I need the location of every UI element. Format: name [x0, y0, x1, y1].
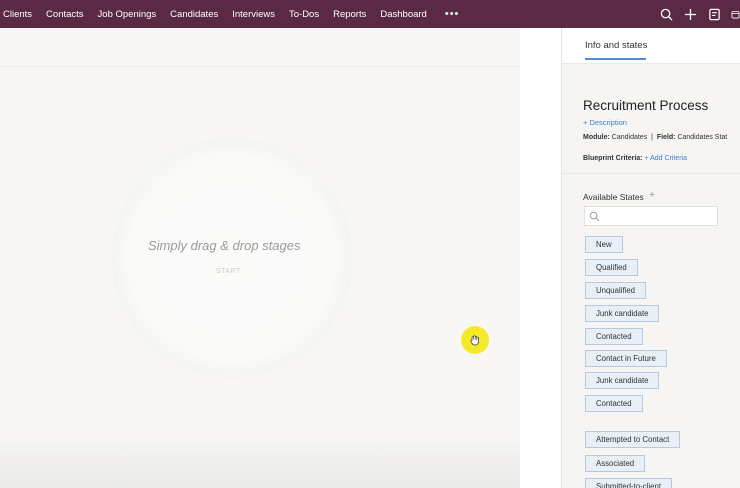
search-icon: [589, 211, 600, 222]
nav-job-openings[interactable]: Job Openings: [98, 9, 157, 20]
nav-clients[interactable]: Clients: [3, 9, 32, 20]
blueprint-criteria: Blueprint Criteria: + Add Criteria: [583, 155, 687, 162]
nav-contacts[interactable]: Contacts: [46, 9, 84, 20]
nav-dashboard[interactable]: Dashboard: [380, 9, 426, 20]
state-chip[interactable]: Junk candidate: [585, 372, 660, 389]
start-node-label: START: [216, 268, 241, 275]
tab-info-and-states[interactable]: Info and states: [585, 40, 647, 51]
module-label: Module:: [583, 134, 610, 141]
nav-todos[interactable]: To-Dos: [289, 9, 319, 20]
field-value: Candidates Stat: [677, 134, 728, 141]
active-tab-indicator: [585, 58, 646, 60]
panel-header: Info and states: [562, 28, 740, 64]
states-search-input[interactable]: [584, 206, 718, 226]
criteria-label: Blueprint Criteria:: [583, 155, 643, 162]
note-icon[interactable]: [707, 7, 721, 21]
hand-cursor-icon: [461, 326, 489, 354]
state-chip[interactable]: New: [585, 236, 623, 253]
state-chip[interactable]: Associated: [585, 455, 646, 472]
nav-interviews[interactable]: Interviews: [232, 9, 275, 20]
nav-reports[interactable]: Reports: [333, 9, 366, 20]
state-chip[interactable]: Contacted: [585, 395, 643, 412]
module-value: Candidates: [611, 134, 648, 141]
state-chip[interactable]: Submitted-to-client: [585, 478, 673, 488]
info-states-panel: Info and states Recruitment Process + De…: [561, 28, 740, 488]
state-chip[interactable]: Junk candidate: [585, 305, 660, 322]
field-label: Field:: [656, 134, 676, 141]
calendar-icon[interactable]: [731, 7, 740, 21]
state-chip[interactable]: Contact in Future: [585, 350, 667, 367]
canvas-bottom-bar: [0, 440, 520, 488]
nav-more-menu[interactable]: •••: [445, 8, 460, 20]
state-chip[interactable]: Contacted: [585, 328, 643, 345]
canvas-divider: [0, 66, 520, 67]
drop-hint-text: Simply drag & drop stages: [148, 238, 301, 253]
plus-icon[interactable]: [683, 7, 697, 21]
canvas-panel-gap: [520, 28, 562, 488]
states-divider: [562, 173, 740, 174]
blueprint-title: Recruitment Process: [583, 98, 709, 113]
top-navigation: Clients Contacts Job Openings Candidates…: [0, 0, 740, 28]
drop-zone[interactable]: [112, 138, 352, 378]
nav-candidates[interactable]: Candidates: [170, 9, 218, 20]
available-states-label: Available States: [583, 192, 644, 202]
nav-icon-group: [659, 0, 740, 28]
state-chip[interactable]: Unqualified: [585, 282, 647, 299]
module-field-info: Module: Candidates | Field: Candidates S…: [583, 134, 728, 141]
add-description-link[interactable]: + Description: [583, 118, 627, 127]
search-icon[interactable]: [659, 7, 673, 21]
state-chip[interactable]: Attempted to Contact: [585, 431, 681, 448]
blueprint-canvas[interactable]: Simply drag & drop stages START: [0, 28, 520, 488]
add-state-button[interactable]: +: [649, 190, 655, 201]
state-chip[interactable]: Qualified: [585, 259, 638, 276]
add-criteria-link[interactable]: + Add Criteria: [644, 155, 687, 162]
